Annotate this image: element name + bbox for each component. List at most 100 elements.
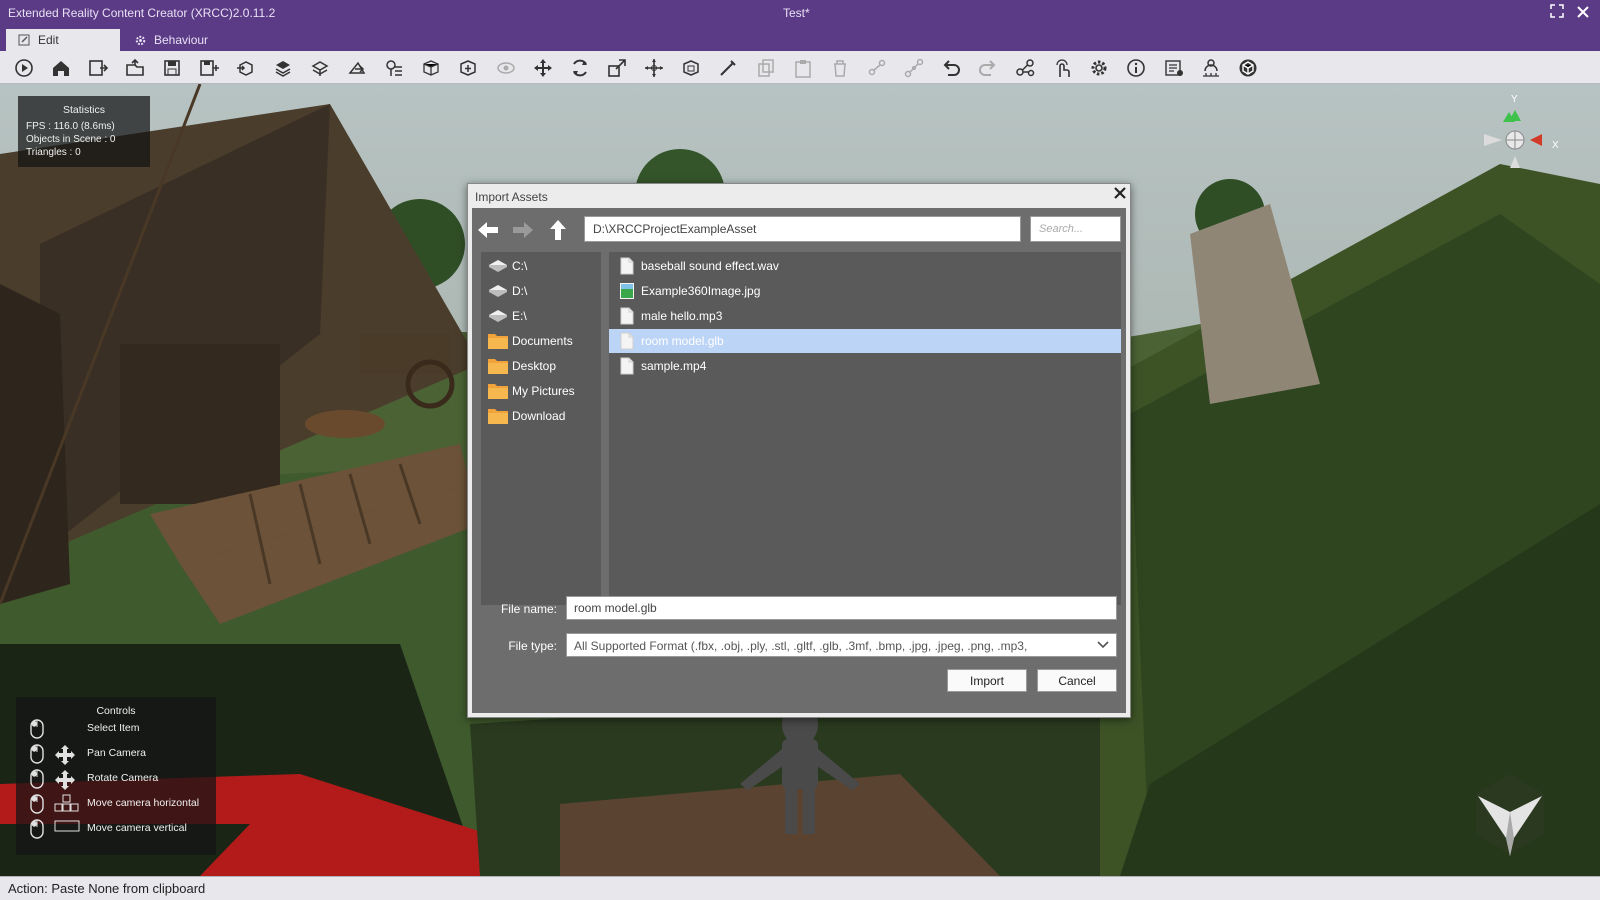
cube-outline-button[interactable] — [417, 54, 445, 82]
file-name: sample.mp4 — [641, 359, 707, 373]
search-input[interactable] — [1030, 216, 1121, 242]
scale-button[interactable] — [603, 54, 631, 82]
control-row: Select Item — [16, 717, 216, 741]
graph-icon — [1016, 59, 1035, 77]
sidebar-item-c[interactable]: C:\ — [481, 254, 601, 278]
wasd-keys-icon — [54, 794, 79, 814]
image-file-icon — [619, 282, 635, 300]
toolbar — [0, 51, 1600, 84]
pick-button[interactable] — [714, 54, 742, 82]
delete-button[interactable] — [826, 54, 854, 82]
bounds-icon — [683, 60, 699, 76]
file-name: male hello.mp3 — [641, 309, 723, 323]
sidebar-item-label: Documents — [512, 334, 573, 348]
control-label: Rotate Camera — [87, 772, 159, 784]
pivot-button[interactable] — [640, 54, 668, 82]
sidebar-item-d[interactable]: D:\ — [481, 279, 601, 303]
mouse-icon — [30, 719, 44, 739]
sidebar-item-desktop[interactable]: Desktop — [481, 354, 601, 378]
sidebar-item-label: E:\ — [512, 309, 527, 323]
file-type-label: File type: — [508, 639, 557, 653]
redo-button[interactable] — [974, 54, 1002, 82]
play-button[interactable] — [10, 54, 38, 82]
new-scene-button[interactable] — [84, 54, 112, 82]
sidebar-item-my-pictures[interactable]: My Pictures — [481, 379, 601, 403]
sidebar-item-download[interactable]: Download — [481, 404, 601, 428]
save-as-button[interactable] — [195, 54, 223, 82]
copy-button[interactable] — [752, 54, 780, 82]
file-item[interactable]: baseball sound effect.wav — [609, 254, 1121, 278]
sidebar-item-e[interactable]: E:\ — [481, 304, 601, 328]
file-item[interactable]: Example360Image.jpg — [609, 279, 1121, 303]
file-name-input[interactable] — [566, 596, 1117, 620]
path-input[interactable] — [584, 216, 1021, 242]
redo-icon — [979, 60, 996, 76]
controls-title: Controls — [96, 705, 136, 717]
file-type-select[interactable]: All Supported Format (.fbx, .obj, .ply, … — [566, 633, 1117, 657]
unity-button[interactable] — [1234, 54, 1262, 82]
import-model-button[interactable] — [232, 54, 260, 82]
status-text: Action: Paste None from clipboard — [8, 881, 206, 896]
control-row: Move camera horizontal — [16, 792, 216, 816]
rotate-button[interactable] — [566, 54, 594, 82]
folder-icon — [487, 356, 509, 376]
home-icon — [53, 61, 69, 76]
animation-list-button[interactable] — [380, 54, 408, 82]
chevron-down-icon — [1097, 641, 1109, 649]
control-label: Move camera vertical — [87, 822, 187, 834]
add-box-button[interactable] — [454, 54, 482, 82]
tab-behaviour[interactable]: Behaviour — [122, 29, 252, 51]
info-button[interactable] — [1122, 54, 1150, 82]
import-assets-dialog: Import Assets C:\ D:\ E:\ Documents Desktop M… — [467, 183, 1131, 718]
axis-gizmo-icon — [1484, 110, 1542, 168]
mode-tabs: Edit Behaviour — [0, 27, 1600, 51]
control-row: Rotate Camera — [16, 767, 216, 791]
undo-button[interactable] — [937, 54, 965, 82]
terrain-button[interactable] — [306, 54, 334, 82]
link-button[interactable] — [900, 54, 928, 82]
pivot-icon — [645, 59, 663, 77]
back-button[interactable] — [474, 216, 502, 244]
drive-icon — [487, 306, 509, 326]
open-scene-icon — [126, 58, 144, 76]
maximize-icon[interactable] — [1548, 4, 1566, 22]
file-item[interactable]: sample.mp4 — [609, 354, 1121, 378]
graph-button[interactable] — [1011, 54, 1039, 82]
bounds-button[interactable] — [677, 54, 705, 82]
close-window-icon[interactable] — [1574, 4, 1592, 22]
open-scene-button[interactable] — [121, 54, 149, 82]
axis-gizmo[interactable]: Y X — [1470, 94, 1560, 184]
add-box-icon — [460, 60, 476, 76]
dialog-body: C:\ D:\ E:\ Documents Desktop My Pictures Down… — [472, 208, 1126, 713]
settings-button[interactable] — [1085, 54, 1113, 82]
person-network-button[interactable] — [1197, 54, 1225, 82]
file-item[interactable]: male hello.mp3 — [609, 304, 1121, 328]
tab-edit[interactable]: Edit — [6, 29, 120, 51]
paste-icon — [795, 60, 811, 78]
home-button[interactable] — [47, 54, 75, 82]
sidebar-item-documents[interactable]: Documents — [481, 329, 601, 353]
close-dialog-icon[interactable] — [1111, 186, 1129, 204]
visibility-button[interactable] — [492, 54, 520, 82]
paste-button[interactable] — [789, 54, 817, 82]
shapes-icon — [275, 61, 291, 77]
info-icon — [1127, 59, 1145, 77]
cancel-button[interactable]: Cancel — [1037, 669, 1117, 692]
export-button[interactable] — [343, 54, 371, 82]
move-button[interactable] — [529, 54, 557, 82]
script-list-button[interactable] — [1160, 54, 1188, 82]
triangles-readout: Triangles : 0 — [26, 147, 81, 158]
import-button[interactable]: Import — [947, 669, 1027, 692]
up-folder-button[interactable] — [544, 216, 572, 244]
save-button[interactable] — [158, 54, 186, 82]
touch-button[interactable] — [1048, 54, 1076, 82]
shapes-button[interactable] — [269, 54, 297, 82]
edit-icon — [16, 29, 32, 53]
tab-label: Edit — [38, 33, 59, 47]
axis-y-label: Y — [1511, 94, 1518, 105]
control-label: Move camera horizontal — [87, 797, 200, 809]
file-item[interactable]: room model.glb — [609, 329, 1121, 353]
forward-button[interactable] — [509, 216, 537, 244]
document-title: Test* — [783, 6, 810, 20]
unlink-button[interactable] — [863, 54, 891, 82]
